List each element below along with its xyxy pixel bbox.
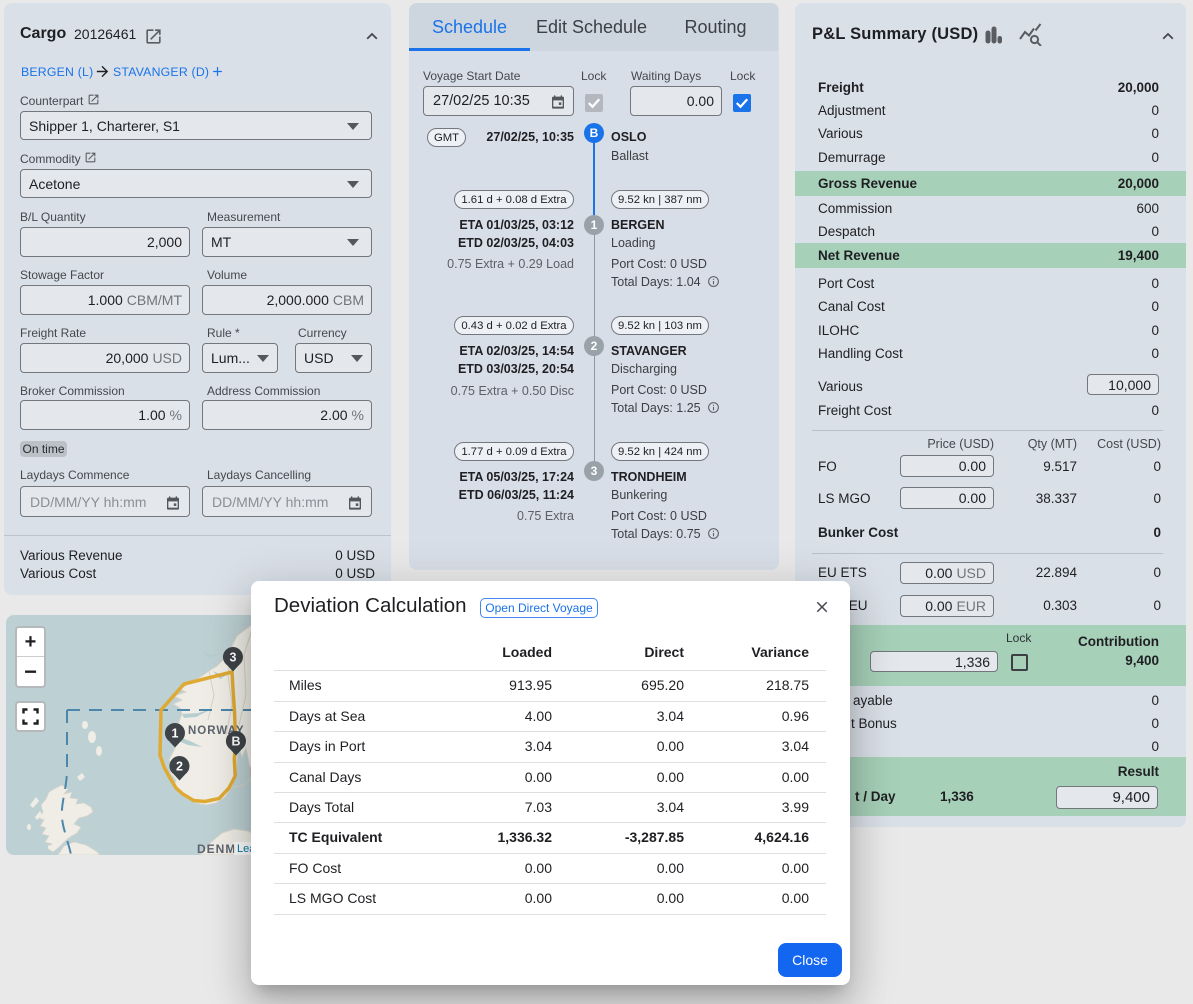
svg-text:2: 2: [176, 760, 183, 774]
svg-text:3: 3: [230, 651, 237, 665]
svg-text:B: B: [231, 735, 240, 749]
svg-text:DENM: DENM: [197, 842, 236, 855]
svg-text:1: 1: [172, 727, 179, 741]
